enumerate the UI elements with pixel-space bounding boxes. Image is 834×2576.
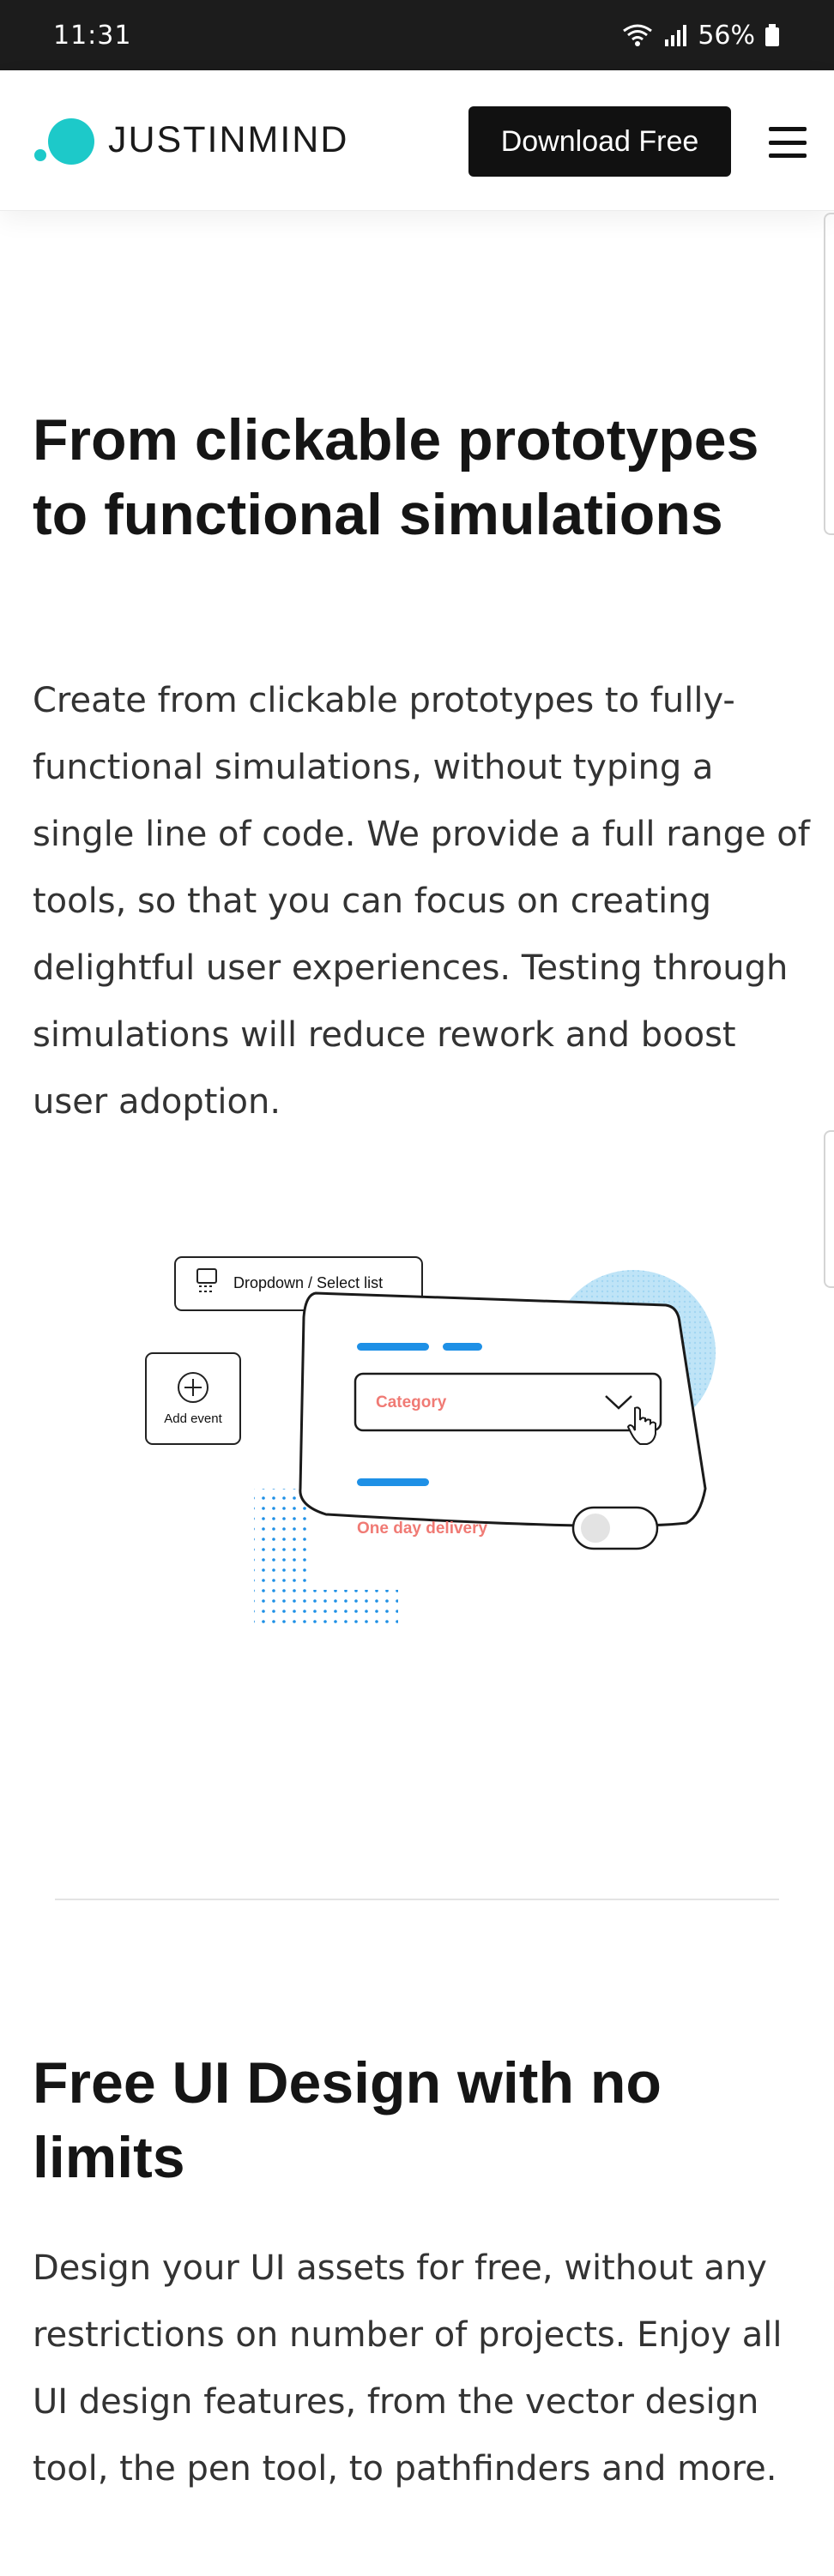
section-title-free-ui: Free UI Design with no limits: [33, 2050, 662, 2190]
battery-icon: [765, 24, 779, 46]
wifi-icon: [623, 24, 653, 46]
logo-text: JUSTINMIND: [108, 119, 349, 160]
add-event-label: Add event: [164, 1411, 222, 1426]
section-divider: [55, 1899, 779, 1900]
status-icons: 56%: [620, 21, 781, 51]
add-event-chip: Add event: [145, 1352, 241, 1445]
delivery-toggle: [571, 1506, 659, 1550]
dropdown-chip-label: Dropdown / Select list: [233, 1274, 383, 1291]
placeholder-line: [357, 1478, 429, 1486]
signal-icon: [665, 25, 687, 46]
section-title-prototypes: From clickable prototypes to functional …: [33, 407, 759, 547]
hamburger-menu-icon[interactable]: [769, 127, 807, 158]
justinmind-logo[interactable]: JUSTINMIND: [33, 115, 348, 166]
logo-mark-icon: [33, 115, 98, 166]
section-body-prototypes: Create from clickable prototypes to full…: [33, 681, 810, 1122]
section-body-free-ui: Design your UI assets for free, without …: [33, 2248, 783, 2489]
category-select-label: Category: [376, 1393, 447, 1411]
prototype-illustration: Dropdown / Select list Add event Categor…: [145, 1256, 716, 1626]
placeholder-line: [357, 1343, 429, 1351]
delivery-label: One day delivery: [357, 1520, 488, 1538]
prototype-window: Category One day delivery: [299, 1291, 707, 1550]
download-free-button[interactable]: Download Free: [468, 106, 731, 177]
status-time: 11:31: [53, 20, 132, 51]
scroll-indicator[interactable]: [824, 213, 834, 535]
placeholder-line: [443, 1343, 482, 1351]
battery-percent: 56%: [698, 20, 755, 51]
scroll-indicator[interactable]: [824, 1130, 834, 1288]
status-bar: 11:31 56%: [0, 0, 834, 70]
site-header: JUSTINMIND Download Free: [0, 70, 834, 211]
